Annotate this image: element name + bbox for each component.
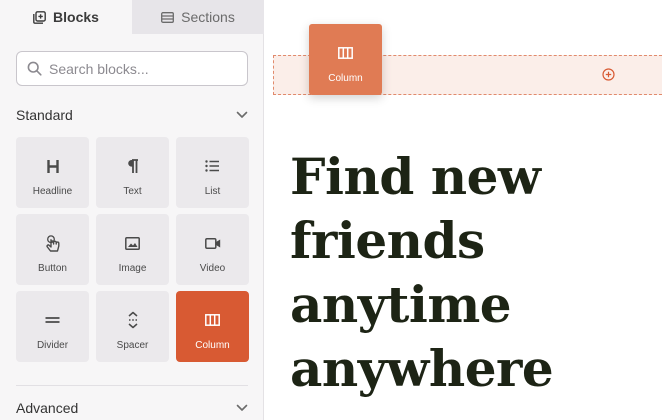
block-list[interactable]: List xyxy=(176,137,249,208)
block-label: Divider xyxy=(36,340,69,351)
plus-circle-icon xyxy=(602,68,615,85)
drag-ghost-label: Column xyxy=(328,73,363,84)
block-column[interactable]: Column xyxy=(176,291,249,362)
headline-line: Find new xyxy=(290,147,541,206)
pointer-hand-icon xyxy=(45,232,60,254)
list-icon xyxy=(205,155,220,177)
headline-line: anytime xyxy=(290,275,512,334)
block-spacer[interactable]: Spacer xyxy=(96,291,169,362)
dragging-column-block[interactable]: Column xyxy=(309,24,382,95)
block-image[interactable]: Image xyxy=(96,214,169,285)
column-icon xyxy=(205,309,220,331)
chevron-down-icon xyxy=(236,399,248,417)
block-text[interactable]: Text xyxy=(96,137,169,208)
block-video[interactable]: Video xyxy=(176,214,249,285)
tab-blocks[interactable]: Blocks xyxy=(0,0,132,34)
block-label: Headline xyxy=(32,186,73,197)
image-icon xyxy=(125,232,140,254)
chevron-down-icon xyxy=(236,106,248,124)
block-label: Button xyxy=(38,263,67,274)
sections-icon xyxy=(161,11,175,23)
block-label: Text xyxy=(123,186,142,197)
add-square-icon xyxy=(33,10,46,24)
group-separator xyxy=(16,385,248,386)
group-advanced-toggle[interactable]: Advanced xyxy=(16,396,248,420)
tab-blocks-label: Blocks xyxy=(53,9,99,25)
block-divider[interactable]: Divider xyxy=(16,291,89,362)
block-label: Video xyxy=(199,263,226,274)
sidebar-tabs: Blocks Sections xyxy=(0,0,264,34)
tab-sections[interactable]: Sections xyxy=(132,0,264,34)
divider-icon xyxy=(45,309,60,331)
group-standard-label: Standard xyxy=(16,107,73,123)
blocks-sidebar: Blocks Sections Standard Headline Text xyxy=(0,0,264,420)
column-icon xyxy=(338,42,353,64)
headline-line: friends xyxy=(290,211,485,270)
spacer-icon xyxy=(127,309,139,331)
block-label: Spacer xyxy=(116,340,149,351)
hero-headline[interactable]: Find new friends anytime anywhere xyxy=(290,145,660,401)
group-standard-toggle[interactable]: Standard xyxy=(16,103,248,127)
headline-line: anywhere xyxy=(290,339,554,398)
search-input[interactable] xyxy=(49,60,229,77)
block-label: Image xyxy=(118,263,147,274)
block-label: Column xyxy=(195,340,230,351)
block-label: List xyxy=(204,186,221,197)
block-headline[interactable]: Headline xyxy=(16,137,89,208)
tab-sections-label: Sections xyxy=(181,9,235,25)
search-icon xyxy=(27,61,42,76)
add-row-button[interactable] xyxy=(602,68,615,81)
video-camera-icon xyxy=(204,232,221,254)
search-box xyxy=(16,51,248,86)
group-advanced-label: Advanced xyxy=(16,400,79,416)
block-button[interactable]: Button xyxy=(16,214,89,285)
paragraph-icon xyxy=(127,155,139,177)
heading-icon xyxy=(46,155,59,177)
